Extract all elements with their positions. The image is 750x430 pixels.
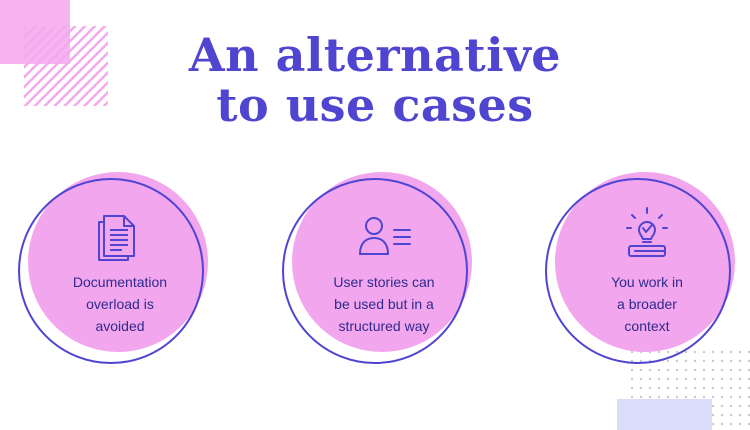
benefit-card-broader-context: You work in a broader context — [537, 172, 750, 372]
lightbulb-book-icon — [626, 207, 668, 257]
document-icon — [98, 215, 135, 261]
title-line-1: An alternative — [188, 28, 562, 82]
card-label: User stories can be used but in a struct… — [333, 274, 435, 334]
user-list-icon — [358, 217, 411, 255]
benefit-card-documentation: Documentation overload is avoided — [10, 172, 230, 372]
title-line-2: to use cases — [216, 78, 534, 132]
card-label: You work in a broader context — [611, 274, 683, 334]
benefit-card-user-stories: User stories can be used but in a struct… — [274, 172, 494, 372]
page-title: An alternative to use cases — [0, 30, 750, 130]
lavender-block — [617, 399, 712, 430]
card-label: Documentation overload is avoided — [72, 274, 168, 334]
